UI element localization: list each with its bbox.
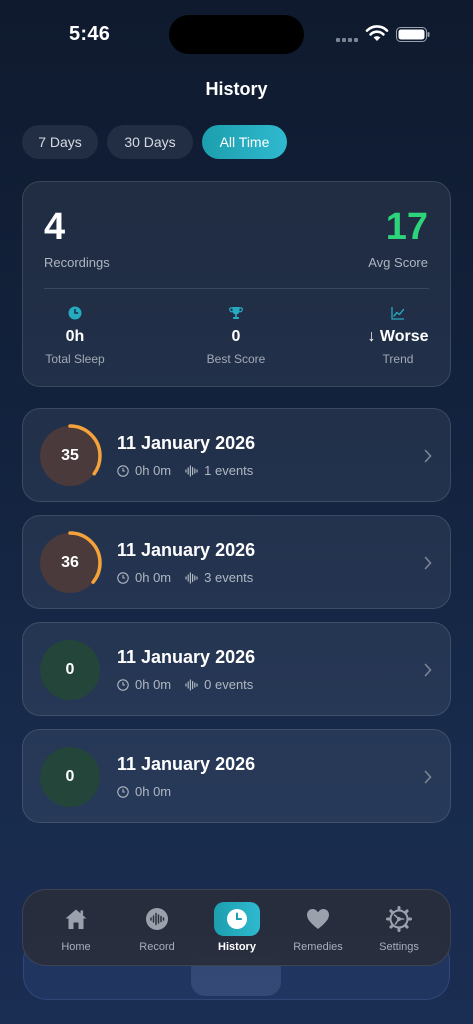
recording-date: 11 January 2026	[117, 540, 256, 560]
tab-bar: Home Record History Remedies Settings	[22, 889, 451, 966]
recording-row[interactable]: 0 11 January 2026 0h 0m	[22, 729, 451, 823]
waveform-icon	[185, 571, 198, 584]
tab-record[interactable]: Record	[120, 902, 194, 960]
filter-7-days[interactable]: 7 Days	[22, 125, 98, 159]
score-value: 36	[61, 554, 79, 571]
time-range-filter: 7 Days 30 Days All Time	[22, 125, 287, 159]
trend-label: Trend	[382, 352, 414, 366]
status-bar: 5:46	[0, 0, 473, 70]
chevron-right-icon	[424, 449, 432, 463]
tab-remedies[interactable]: Remedies	[281, 902, 355, 960]
recording-duration: 0h 0m	[135, 677, 172, 692]
recording-date: 11 January 2026	[117, 433, 256, 453]
recording-events: 3 events	[204, 570, 254, 585]
trend-value: ↓ Worse	[367, 328, 429, 345]
recording-date: 11 January 2026	[117, 647, 256, 667]
chevron-right-icon	[424, 770, 432, 784]
tab-label: Remedies	[293, 941, 343, 953]
page-title: History	[205, 79, 268, 99]
home-icon	[53, 902, 99, 936]
status-time: 5:46	[69, 23, 111, 45]
score-value: 35	[61, 447, 79, 464]
dynamic-island	[169, 15, 304, 54]
clock-outline-icon	[117, 571, 129, 584]
tab-label: Record	[139, 941, 175, 953]
trophy-icon	[229, 307, 243, 319]
recording-duration: 0h 0m	[135, 463, 172, 478]
recording-date: 11 January 2026	[117, 754, 256, 774]
filter-30-days[interactable]: 30 Days	[107, 125, 193, 159]
clock-outline-icon	[117, 678, 129, 691]
score-value: 0	[65, 768, 75, 785]
clock-icon	[214, 902, 260, 936]
best-score-label: Best Score	[206, 352, 266, 366]
tab-history[interactable]: History	[200, 902, 274, 960]
summary-card: 4 17 Recordings Avg Score 0h Total Sleep…	[22, 181, 451, 387]
avg-score-value: 17	[385, 206, 428, 248]
recording-events: 1 events	[204, 463, 254, 478]
stat-trend: ↓ Worse Trend	[343, 306, 453, 366]
recording-row[interactable]: 0 11 January 2026 0h 0m 0 events	[22, 622, 451, 716]
gear-icon	[376, 902, 422, 936]
wifi-icon	[365, 25, 389, 41]
tab-home[interactable]: Home	[39, 902, 113, 960]
chevron-right-icon	[424, 556, 432, 570]
total-sleep-label: Total Sleep	[45, 352, 105, 366]
score-value: 0	[65, 661, 75, 678]
recording-row[interactable]: 36 11 January 2026 0h 0m 3 events	[22, 515, 451, 609]
stat-total-sleep: 0h Total Sleep	[20, 306, 130, 366]
stat-best-score: 0 Best Score	[181, 306, 291, 366]
recording-meta: 0h 0m	[117, 784, 171, 799]
waveform-icon	[185, 678, 198, 691]
filter-all-time[interactable]: All Time	[202, 125, 287, 159]
recordings-count: 4	[44, 206, 66, 248]
summary-divider	[44, 288, 429, 289]
tab-label: Home	[61, 941, 91, 953]
recording-meta: 0h 0m 0 events	[117, 677, 253, 692]
recording-row[interactable]: 35 11 January 2026 0h 0m 1 events	[22, 408, 451, 502]
avg-score-label: Avg Score	[368, 255, 428, 270]
tab-label: Settings	[379, 941, 419, 953]
tab-settings[interactable]: Settings	[362, 902, 436, 960]
clock-outline-icon	[117, 464, 129, 477]
tab-label: History	[218, 941, 256, 953]
chart-line-icon	[391, 307, 405, 320]
recordings-label: Recordings	[44, 255, 110, 270]
recording-duration: 0h 0m	[135, 570, 172, 585]
cellular-signal-icon	[336, 38, 358, 42]
waveform-icon	[185, 464, 198, 477]
recording-duration: 0h 0m	[135, 784, 172, 799]
chevron-right-icon	[424, 663, 432, 677]
waveform-icon	[134, 902, 180, 936]
heart-icon	[295, 902, 341, 936]
recording-events: 0 events	[204, 677, 254, 692]
clock-icon	[68, 306, 82, 320]
total-sleep-value: 0h	[65, 328, 85, 345]
battery-icon	[396, 27, 430, 42]
clock-outline-icon	[117, 785, 129, 798]
recording-meta: 0h 0m 3 events	[117, 570, 253, 585]
best-score-value: 0	[231, 328, 241, 345]
recording-meta: 0h 0m 1 events	[117, 463, 253, 478]
